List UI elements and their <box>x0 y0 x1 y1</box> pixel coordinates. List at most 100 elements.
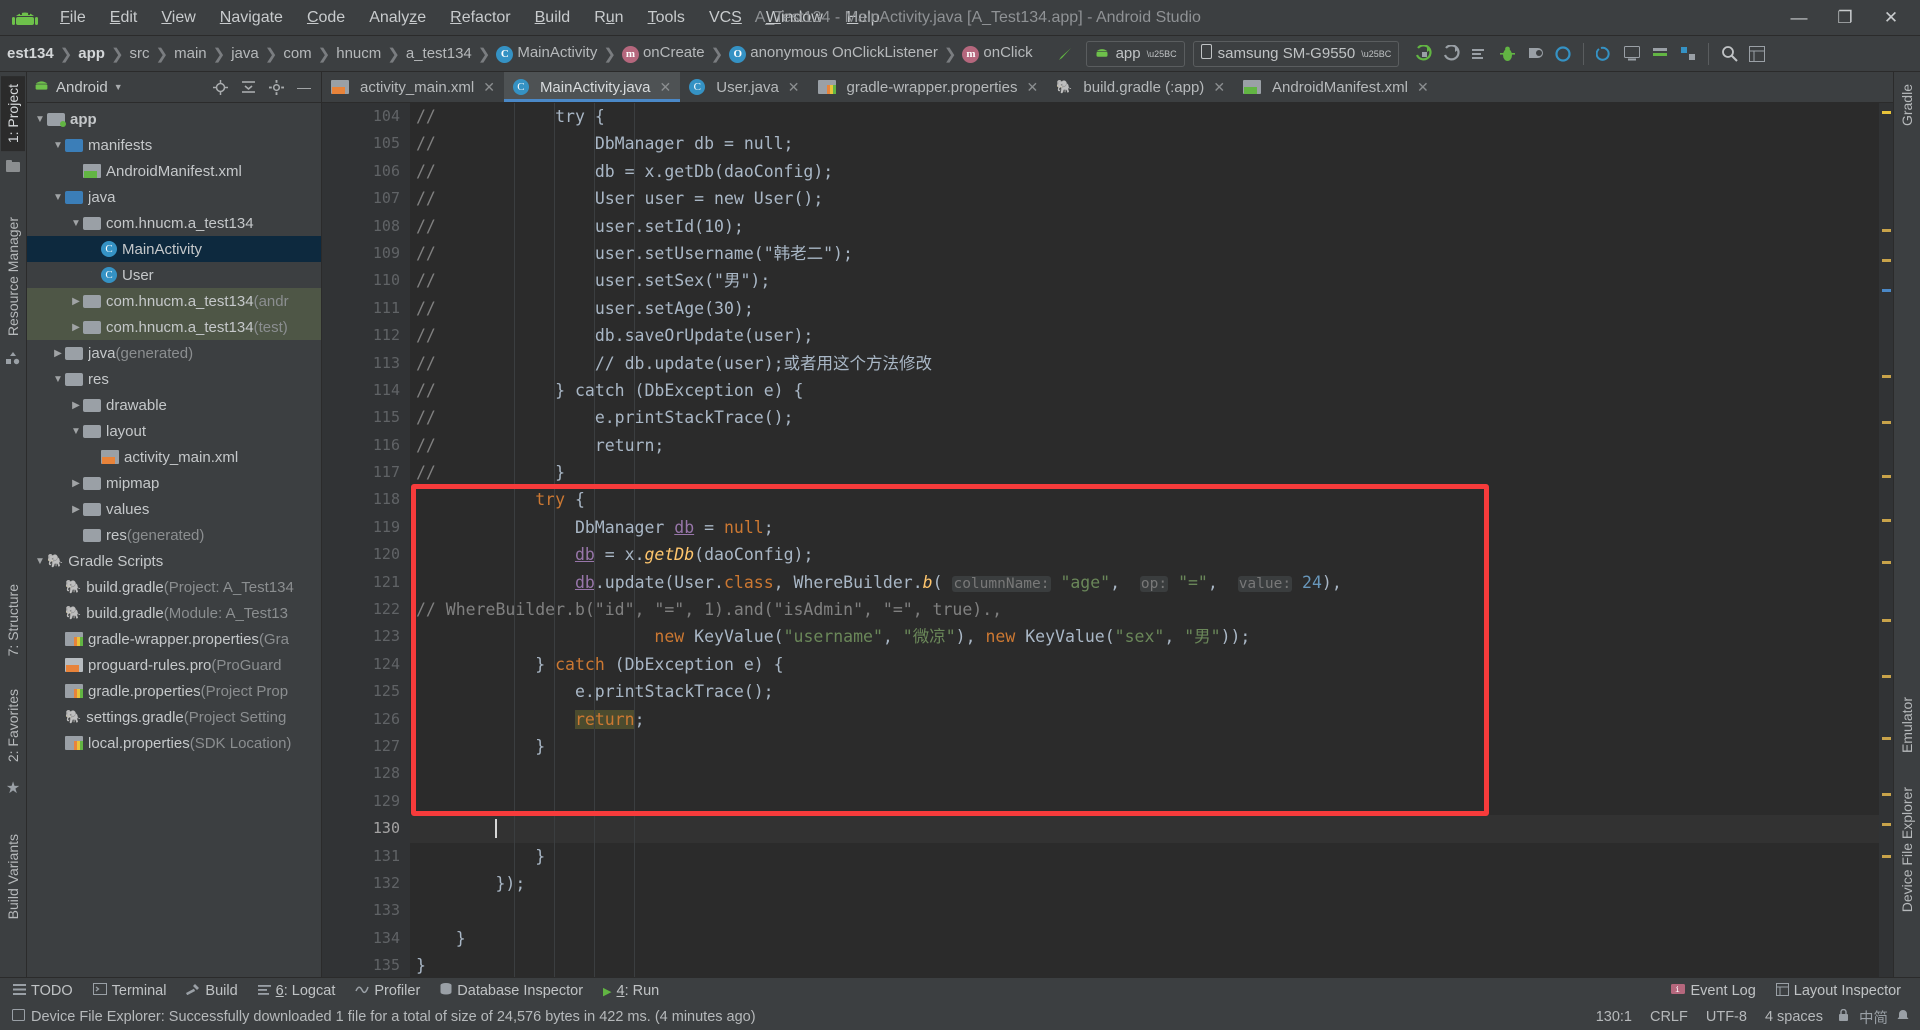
breadcrumb-item-a-test134[interactable]: a_test134 <box>401 43 477 64</box>
line-number[interactable]: 134⊖ <box>322 925 428 952</box>
code-line[interactable]: db.update(User.class, WhereBuilder.b( co… <box>410 569 1879 596</box>
code-line[interactable] <box>410 897 1879 924</box>
code-line[interactable]: } catch (DbException e) { <box>410 651 1879 678</box>
code-line[interactable]: }); <box>410 870 1879 897</box>
code-line[interactable]: // user.setUsername("韩老二"); <box>410 240 1879 267</box>
tree-item-values[interactable]: ▶ values <box>27 496 321 522</box>
code-line[interactable]: // } <box>410 459 1879 486</box>
line-number[interactable]: 104⊖ <box>322 103 428 130</box>
tree-item-mainactivity[interactable]: C MainActivity <box>27 236 321 262</box>
line-number[interactable]: 107 <box>322 185 410 212</box>
line-number[interactable]: 112 <box>322 322 410 349</box>
code-line[interactable] <box>410 788 1879 815</box>
expand-arrow-icon[interactable]: ▼ <box>51 192 65 203</box>
collapse-arrow-icon[interactable]: ▶ <box>51 348 65 359</box>
line-number[interactable]: 127⊖ <box>322 733 428 760</box>
tree-item-build.gradle[interactable]: 🐘 build.gradle (Module: A_Test13 <box>27 600 321 626</box>
line-number[interactable]: 114 <box>322 377 410 404</box>
project-files-icon[interactable] <box>6 159 20 175</box>
attach-debugger-icon[interactable] <box>1521 41 1549 67</box>
tree-item-com.hnucm.a-test134[interactable]: ▼ com.hnucm.a_test134 <box>27 210 321 236</box>
tool-window-run[interactable]: ▶ 4: Run <box>594 980 668 1002</box>
expand-arrow-icon[interactable]: ▼ <box>33 114 47 125</box>
line-number[interactable]: 108 <box>322 213 410 240</box>
tree-item-local.properties[interactable]: local.properties (SDK Location) <box>27 730 321 756</box>
line-number[interactable]: 125 <box>322 678 410 705</box>
tree-item-mipmap[interactable]: ▶ mipmap <box>27 470 321 496</box>
notifications-icon[interactable] <box>1892 1009 1914 1026</box>
tool-window-favorites[interactable]: 2: Favorites <box>1 681 25 770</box>
maximize-button[interactable]: ❐ <box>1822 1 1868 35</box>
tree-item-com.hnucm.a-test134[interactable]: ▶ com.hnucm.a_test134 (andr <box>27 288 321 314</box>
line-number[interactable]: 131 <box>322 843 410 870</box>
breadcrumb-item-java[interactable]: java <box>226 43 264 64</box>
editor-tab-mainactivity-java[interactable]: C MainActivity.java ✕ <box>503 72 681 102</box>
breadcrumb-item-hnucm[interactable]: hnucm <box>331 43 386 64</box>
line-number[interactable]: 118⊖ <box>322 486 428 513</box>
menu-analyze[interactable]: Analyze <box>357 5 438 31</box>
tool-window-emulator[interactable]: Emulator <box>1895 689 1919 761</box>
menu-view[interactable]: View <box>149 5 207 31</box>
code-line[interactable]: // try { <box>410 103 1879 130</box>
tree-item-gradle-scripts[interactable]: ▼ 🐘 Gradle Scripts <box>27 548 321 574</box>
editor-tab-user-java[interactable]: C User.java ✕ <box>680 72 808 102</box>
code-line[interactable]: } <box>410 925 1879 952</box>
code-line[interactable]: // db.saveOrUpdate(user); <box>410 322 1879 349</box>
line-separator[interactable]: CRLF <box>1641 1009 1697 1025</box>
run-icon[interactable] <box>1409 41 1437 67</box>
line-number[interactable]: 106 <box>322 158 410 185</box>
menu-edit[interactable]: Edit <box>98 5 150 31</box>
tool-window-build-variants[interactable]: Build Variants <box>1 826 25 927</box>
locate-file-icon[interactable] <box>209 76 231 98</box>
breadcrumb-item-anonymous-onclicklistener[interactable]: Oanonymous OnClickListener <box>724 42 943 65</box>
tree-item-com.hnucm.a-test134[interactable]: ▶ com.hnucm.a_test134 (test) <box>27 314 321 340</box>
tool-window-resource-manager[interactable]: Resource Manager <box>1 209 25 344</box>
editor-tab-activity-main-xml[interactable]: activity_main.xml ✕ <box>322 72 504 102</box>
bug-icon[interactable] <box>1493 41 1521 67</box>
menu-run[interactable]: Run <box>582 5 635 31</box>
code-line[interactable]: // e.printStackTrace(); <box>410 404 1879 431</box>
ime-indicator[interactable]: 中简 <box>1855 1007 1892 1028</box>
line-number[interactable]: 121 <box>322 569 410 596</box>
device-selector[interactable]: samsung SM-G9550 \u25BC <box>1192 40 1400 67</box>
tree-item-androidmanifest.xml[interactable]: AndroidManifest.xml <box>27 158 321 184</box>
tree-item-gradle-wrapper.properties[interactable]: gradle-wrapper.properties (Gra <box>27 626 321 652</box>
minimize-button[interactable]: — <box>1776 1 1822 35</box>
code-line[interactable]: } <box>410 843 1879 870</box>
tool-window-gradle[interactable]: Gradle <box>1895 76 1919 134</box>
code-line[interactable]: } <box>410 733 1879 760</box>
line-number[interactable]: 123 <box>322 623 410 650</box>
line-number[interactable]: 117⊖ <box>322 459 428 486</box>
collapse-arrow-icon[interactable]: ▶ <box>69 400 83 411</box>
line-number[interactable]: 105 <box>322 130 410 157</box>
tree-item-layout[interactable]: ▼ layout <box>27 418 321 444</box>
collapse-arrow-icon[interactable]: ▶ <box>69 504 83 515</box>
run-configuration-selector[interactable]: app \u25BC <box>1085 40 1185 67</box>
code-line[interactable]: // user.setAge(30); <box>410 295 1879 322</box>
line-number[interactable]: 115 <box>322 404 410 431</box>
code-line[interactable]: // user.setSex("男"); <box>410 267 1879 294</box>
close-icon[interactable]: ✕ <box>483 79 495 96</box>
line-number[interactable]: 124⊖ <box>322 651 428 678</box>
line-number[interactable]: 132⊖ <box>322 870 428 897</box>
tool-window-logcat[interactable]: 6: Logcat <box>249 980 345 1002</box>
code-line[interactable]: } <box>410 952 1879 977</box>
line-number[interactable]: 116 <box>322 432 410 459</box>
tree-item-java[interactable]: ▶ java (generated) <box>27 340 321 366</box>
line-number[interactable]: 129 <box>322 788 410 815</box>
code-editor[interactable]: 104⊖105106107108109110111112113114115116… <box>322 103 1893 977</box>
resource-icon[interactable] <box>6 352 20 368</box>
collapse-arrow-icon[interactable]: ▶ <box>69 478 83 489</box>
tool-window-build[interactable]: Build <box>177 980 246 1002</box>
code-line[interactable]: // db = x.getDb(daoConfig); <box>410 158 1879 185</box>
line-number[interactable]: 110 <box>322 267 410 294</box>
menu-build[interactable]: Build <box>523 5 583 31</box>
code-line[interactable] <box>410 760 1879 787</box>
line-number[interactable]: 120 <box>322 541 410 568</box>
tree-item-manifests[interactable]: ▼ manifests <box>27 132 321 158</box>
line-number[interactable]: 130 <box>322 815 410 842</box>
line-number[interactable]: 122 <box>322 596 410 623</box>
editor-tab-androidmanifest-xml[interactable]: AndroidManifest.xml ✕ <box>1234 72 1438 102</box>
line-number-gutter[interactable]: 104⊖105106107108109110111112113114115116… <box>322 103 428 977</box>
expand-arrow-icon[interactable]: ▼ <box>51 140 65 151</box>
